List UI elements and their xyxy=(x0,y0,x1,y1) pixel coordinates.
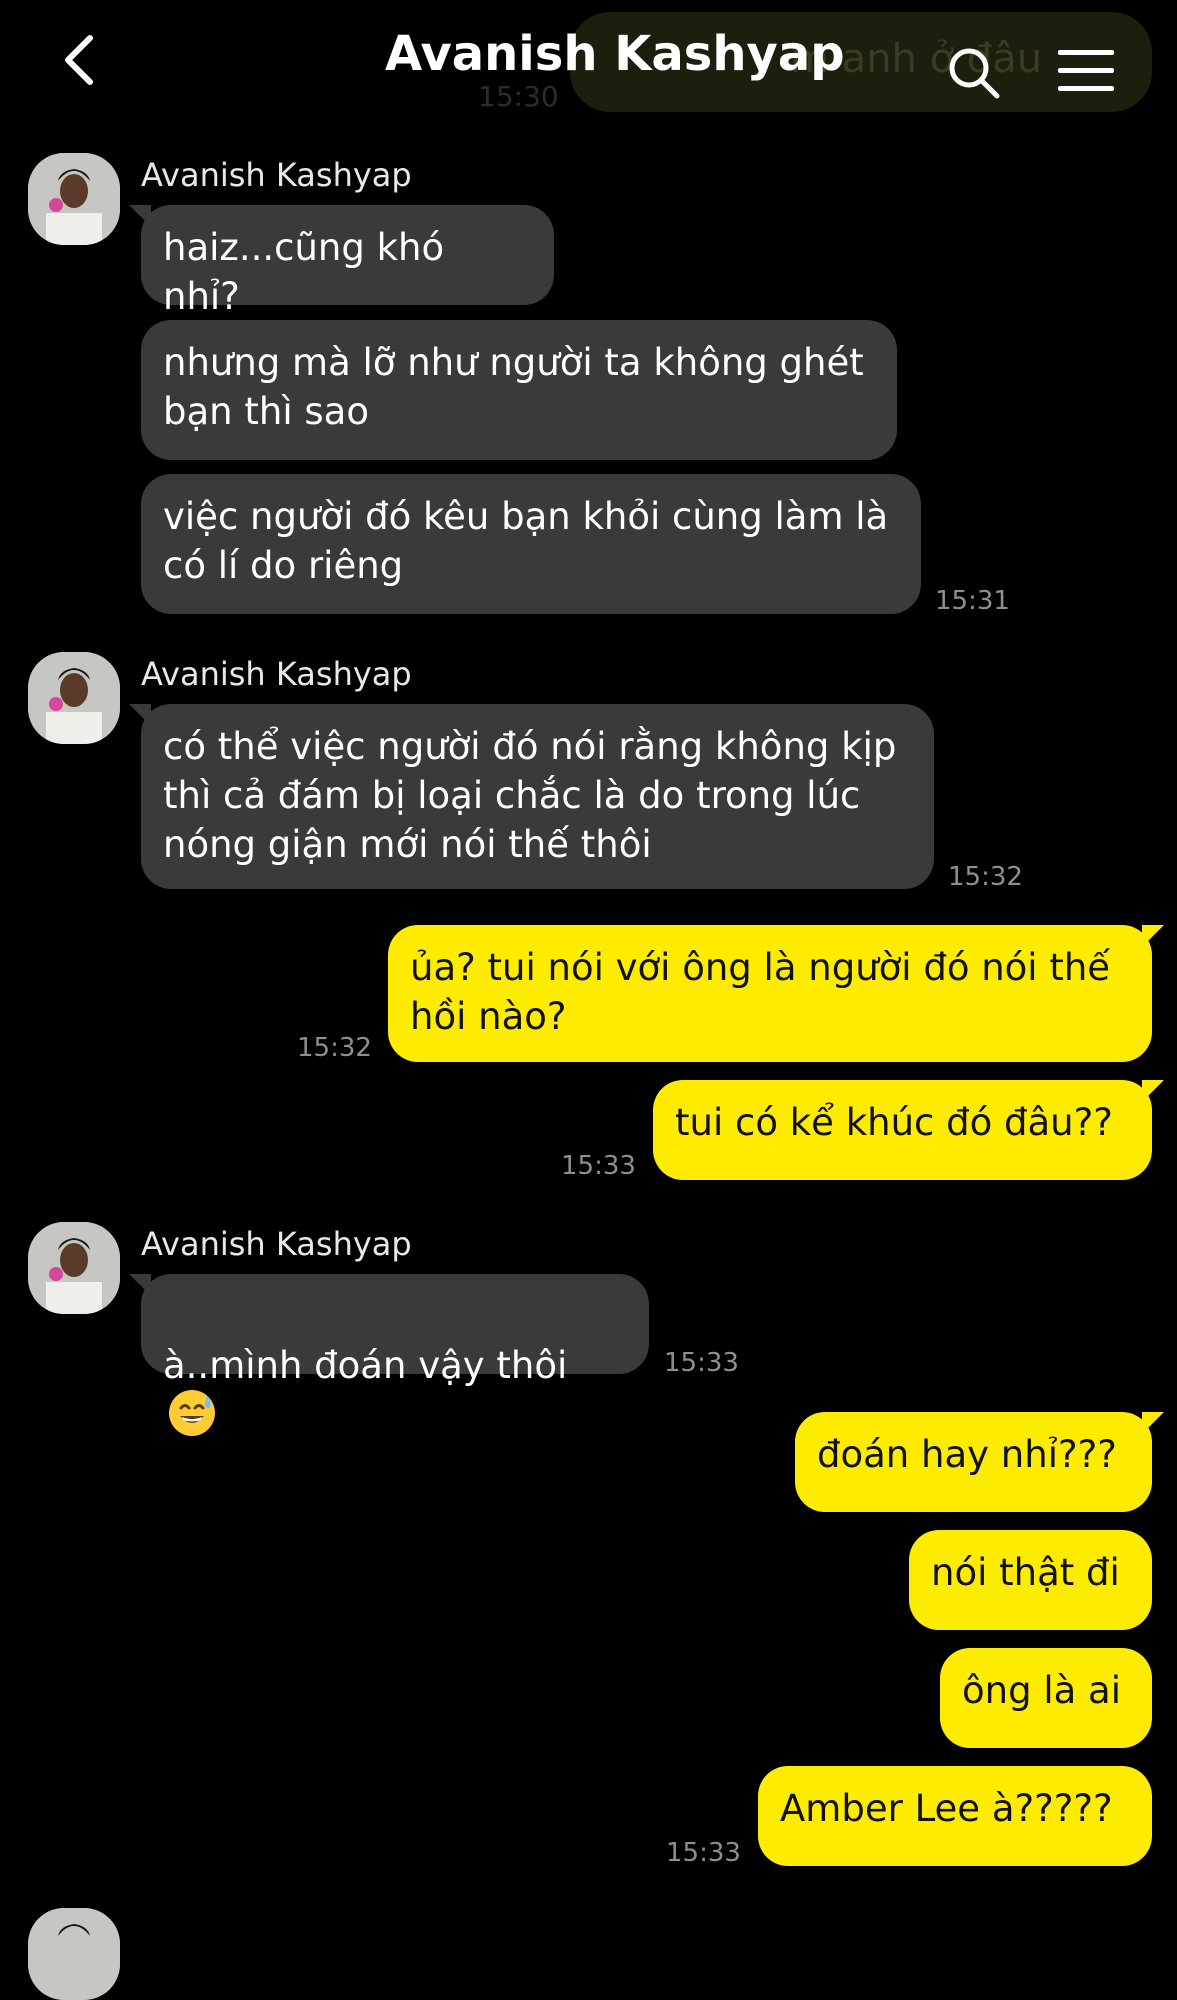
sweat-smile-emoji-icon xyxy=(169,1390,215,1436)
chat-title: Avanish Kashyap xyxy=(385,26,845,82)
incoming-message[interactable]: việc người đó kêu bạn khỏi cùng làm là c… xyxy=(141,474,921,614)
sender-name: Avanish Kashyap xyxy=(141,655,412,693)
search-button[interactable] xyxy=(945,44,1005,104)
outgoing-message[interactable]: đoán hay nhỉ??? xyxy=(795,1412,1164,1512)
incoming-message[interactable]: nhưng mà lỡ như người ta không ghét bạn … xyxy=(141,320,897,460)
menu-button[interactable] xyxy=(1058,48,1116,94)
message-timestamp: 15:33 xyxy=(666,1838,741,1868)
outgoing-message[interactable]: ủa? tui nói với ông là người đó nói thế … xyxy=(388,925,1164,1062)
avatar[interactable] xyxy=(28,652,120,744)
avatar[interactable] xyxy=(28,1908,120,2000)
avatar[interactable] xyxy=(28,153,120,245)
ghost-message-time: 15:30 xyxy=(478,80,559,113)
avatar-photo-icon xyxy=(28,153,120,245)
sender-name: Avanish Kashyap xyxy=(141,1225,412,1263)
outgoing-message[interactable]: ông là ai xyxy=(940,1648,1152,1748)
avatar-photo-icon xyxy=(28,1908,120,2000)
incoming-message-text: à..mình đoán vậy thôi xyxy=(163,1344,568,1387)
message-timestamp: 15:33 xyxy=(561,1151,636,1181)
avatar-photo-icon xyxy=(28,652,120,744)
back-chevron-icon xyxy=(65,35,93,85)
search-icon xyxy=(949,48,1000,99)
message-timestamp: 15:32 xyxy=(948,862,1023,892)
outgoing-message[interactable]: Amber Lee à????? xyxy=(758,1766,1152,1866)
avatar[interactable] xyxy=(28,1222,120,1314)
menu-icon xyxy=(1058,50,1114,91)
outgoing-message[interactable]: nói thật đi xyxy=(909,1530,1152,1630)
message-timestamp: 15:31 xyxy=(935,586,1010,616)
incoming-message[interactable]: à..mình đoán vậy thôi xyxy=(129,1274,649,1436)
incoming-message[interactable]: haiz...cũng khó nhỉ? xyxy=(129,205,554,318)
message-timestamp: 15:32 xyxy=(297,1033,372,1063)
back-button[interactable] xyxy=(56,30,106,90)
sender-name: Avanish Kashyap xyxy=(141,156,412,194)
message-timestamp: 15:33 xyxy=(664,1348,739,1378)
outgoing-message[interactable]: tui có kể khúc đó đâu?? xyxy=(653,1080,1164,1180)
incoming-message[interactable]: có thể việc người đó nói rằng không kịp … xyxy=(129,704,934,889)
avatar-photo-icon xyxy=(28,1222,120,1314)
